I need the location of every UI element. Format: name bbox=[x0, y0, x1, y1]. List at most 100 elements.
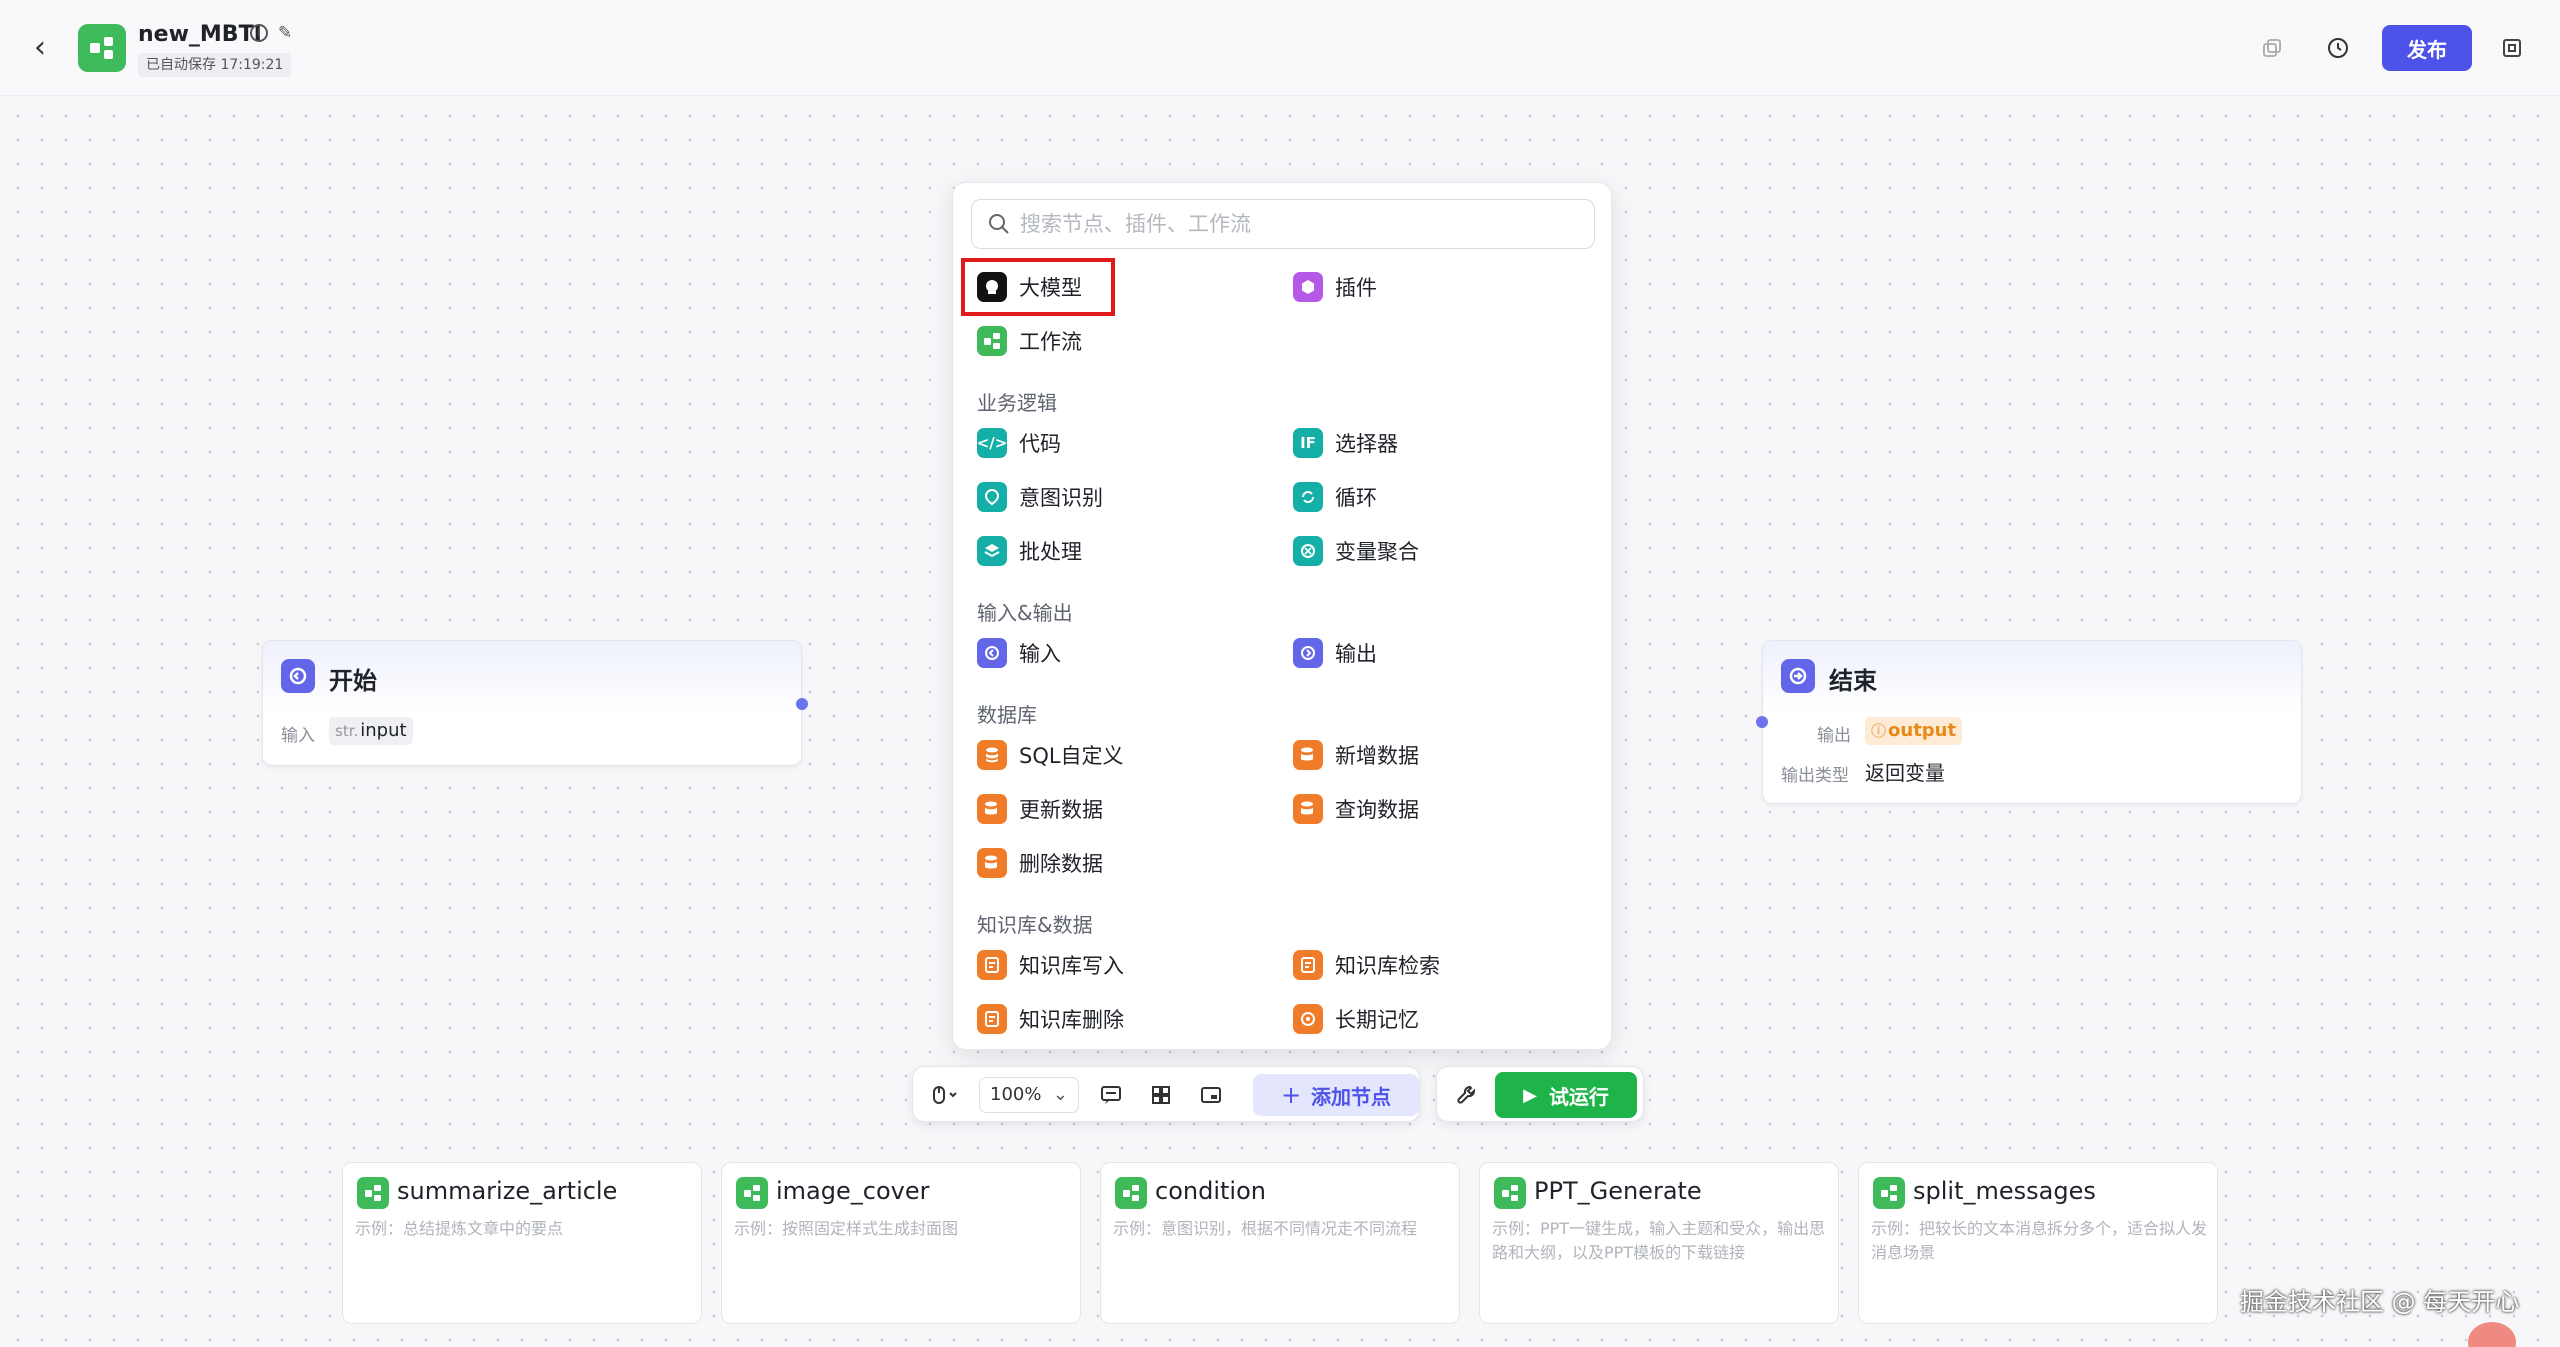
menu-item-long-memory[interactable]: 长期记忆 bbox=[1293, 999, 1419, 1039]
menu-item-label: 知识库检索 bbox=[1335, 954, 1440, 978]
add-node-button[interactable]: + 添加节点 bbox=[1253, 1074, 1419, 1116]
end-input-port[interactable] bbox=[1756, 716, 1768, 728]
history-icon[interactable] bbox=[2318, 28, 2358, 68]
variable-merge-icon bbox=[1293, 536, 1323, 566]
menu-item-label: 查询数据 bbox=[1335, 798, 1419, 822]
menu-item-query-data[interactable]: 查询数据 bbox=[1293, 789, 1419, 829]
template-card[interactable]: image_cover 示例：按照固定样式生成封面图 bbox=[721, 1162, 1081, 1324]
app-title: new_MBTI bbox=[138, 22, 262, 47]
menu-item-intent[interactable]: 意图识别 bbox=[977, 477, 1103, 517]
database-add-icon bbox=[1293, 740, 1323, 770]
workflow-icon bbox=[1494, 1177, 1526, 1209]
menu-item-kb-search[interactable]: 知识库检索 bbox=[1293, 945, 1440, 985]
knowledge-delete-icon bbox=[977, 1004, 1007, 1034]
menu-item-label: 新增数据 bbox=[1335, 744, 1419, 768]
menu-item-variable-merge[interactable]: 变量聚合 bbox=[1293, 531, 1419, 571]
menu-item-kb-write[interactable]: 知识库写入 bbox=[977, 945, 1124, 985]
output-name: output bbox=[1888, 720, 1957, 741]
menu-item-insert-data[interactable]: 新增数据 bbox=[1293, 735, 1419, 775]
section-title-database: 数据库 bbox=[977, 703, 1037, 727]
end-output-chip: ⓘ output bbox=[1865, 717, 1963, 745]
database-icon bbox=[977, 740, 1007, 770]
menu-item-output[interactable]: 输出 bbox=[1293, 633, 1377, 673]
publish-button[interactable]: 发布 bbox=[2382, 25, 2472, 71]
knowledge-write-icon bbox=[977, 950, 1007, 980]
menu-item-sql[interactable]: SQL自定义 bbox=[977, 735, 1124, 775]
edit-icon[interactable]: ✎ bbox=[278, 24, 296, 42]
input-icon bbox=[977, 638, 1007, 668]
output-type-value: 返回变量 bbox=[1865, 761, 1945, 785]
menu-item-kb-delete[interactable]: 知识库删除 bbox=[977, 999, 1124, 1039]
intent-icon bbox=[977, 482, 1007, 512]
database-delete-icon bbox=[977, 848, 1007, 878]
start-node[interactable]: 开始 输入 str. input bbox=[262, 640, 802, 766]
menu-item-label: 变量聚合 bbox=[1335, 540, 1419, 564]
template-card[interactable]: summarize_article 示例：总结提炼文章中的要点 bbox=[342, 1162, 702, 1324]
output-type-label: 输出类型 bbox=[1781, 766, 1849, 786]
back-icon[interactable]: ‹ bbox=[34, 30, 62, 66]
menu-item-batch[interactable]: 批处理 bbox=[977, 531, 1082, 571]
menu-item-code[interactable]: </> 代码 bbox=[977, 423, 1061, 463]
debug-wrench-icon[interactable] bbox=[1445, 1075, 1489, 1115]
test-run-button[interactable]: ▶ 试运行 bbox=[1495, 1072, 1637, 1118]
template-card[interactable]: PPT_Generate 示例：PPT一键生成，输入主题和受众，输出思路和大纲，… bbox=[1479, 1162, 1839, 1324]
start-output-port[interactable] bbox=[796, 698, 808, 710]
menu-item-delete-data[interactable]: 删除数据 bbox=[977, 843, 1103, 883]
menu-item-label: SQL自定义 bbox=[1019, 744, 1124, 768]
menu-item-label: 批处理 bbox=[1019, 540, 1082, 564]
start-node-title: 开始 bbox=[329, 667, 377, 695]
workflow-icon bbox=[1873, 1177, 1905, 1209]
menu-item-label: 知识库写入 bbox=[1019, 954, 1124, 978]
menu-item-selector[interactable]: IF 选择器 bbox=[1293, 423, 1398, 463]
end-node[interactable]: 结束 输出 ⓘ output 输出类型 返回变量 bbox=[1762, 640, 2302, 804]
template-title: summarize_article bbox=[397, 1177, 618, 1205]
menu-item-label: 代码 bbox=[1019, 432, 1061, 456]
section-title-logic: 业务逻辑 bbox=[977, 391, 1057, 415]
database-update-icon bbox=[977, 794, 1007, 824]
end-node-title: 结束 bbox=[1829, 667, 1877, 695]
workflow-icon bbox=[357, 1177, 389, 1209]
node-search-box[interactable] bbox=[971, 199, 1595, 249]
template-desc: 示例：PPT一键生成，输入主题和受众，输出思路和大纲，以及PPT模板的下载链接 bbox=[1492, 1219, 1826, 1262]
info-icon[interactable]: i bbox=[250, 24, 268, 42]
copy-icon[interactable] bbox=[2252, 28, 2292, 68]
menu-item-label: 更新数据 bbox=[1019, 798, 1103, 822]
menu-item-label: 循环 bbox=[1335, 486, 1377, 510]
top-bar: ‹ new_MBTI i ✎ 已自动保存 17:19:21 发布 bbox=[0, 0, 2560, 96]
play-icon: ▶ bbox=[1523, 1084, 1537, 1106]
plus-icon: + bbox=[1280, 1081, 1302, 1109]
menu-item-loop[interactable]: 循环 bbox=[1293, 477, 1377, 517]
menu-item-label: 输入 bbox=[1019, 642, 1061, 666]
zoom-select[interactable]: 100% ⌄ bbox=[979, 1077, 1079, 1113]
input-name: input bbox=[360, 720, 407, 741]
menu-item-label: 输出 bbox=[1335, 642, 1377, 666]
start-input-chip: str. input bbox=[329, 717, 413, 745]
menu-item-plugin[interactable]: 插件 bbox=[1293, 267, 1377, 307]
menu-item-input[interactable]: 输入 bbox=[977, 633, 1061, 673]
template-desc: 示例：意图识别，根据不同情况走不同流程 bbox=[1113, 1219, 1418, 1238]
menu-item-label: 大模型 bbox=[1019, 276, 1082, 300]
autosave-status: 已自动保存 17:19:21 bbox=[138, 53, 292, 77]
template-card[interactable]: condition 示例：意图识别，根据不同情况走不同流程 bbox=[1100, 1162, 1460, 1324]
layout-icon[interactable] bbox=[1141, 1075, 1181, 1115]
menu-item-update-data[interactable]: 更新数据 bbox=[977, 789, 1103, 829]
start-input-label: 输入 bbox=[281, 726, 315, 746]
template-title: PPT_Generate bbox=[1534, 1177, 1702, 1205]
zoom-value: 100% bbox=[990, 1084, 1042, 1105]
plugin-icon bbox=[1293, 272, 1323, 302]
template-desc: 示例：总结提炼文章中的要点 bbox=[355, 1219, 564, 1238]
more-icon[interactable] bbox=[2492, 28, 2532, 68]
end-output-label: 输出 bbox=[1817, 726, 1851, 746]
template-card[interactable]: split_messages 示例：把较长的文本消息拆分多个，适合拟人发消息场景 bbox=[1858, 1162, 2218, 1324]
minimap-icon[interactable] bbox=[1191, 1075, 1231, 1115]
template-title: condition bbox=[1155, 1177, 1266, 1205]
menu-item-llm[interactable]: 大模型 bbox=[977, 267, 1082, 307]
menu-item-workflow[interactable]: 工作流 bbox=[977, 321, 1082, 361]
mouse-mode-icon[interactable] bbox=[923, 1075, 969, 1115]
assistant-avatar[interactable] bbox=[2468, 1322, 2516, 1347]
comment-icon[interactable] bbox=[1091, 1075, 1131, 1115]
menu-item-label: 工作流 bbox=[1019, 330, 1082, 354]
node-search-input[interactable] bbox=[1020, 208, 1580, 240]
database-query-icon bbox=[1293, 794, 1323, 824]
workflow-icon bbox=[736, 1177, 768, 1209]
